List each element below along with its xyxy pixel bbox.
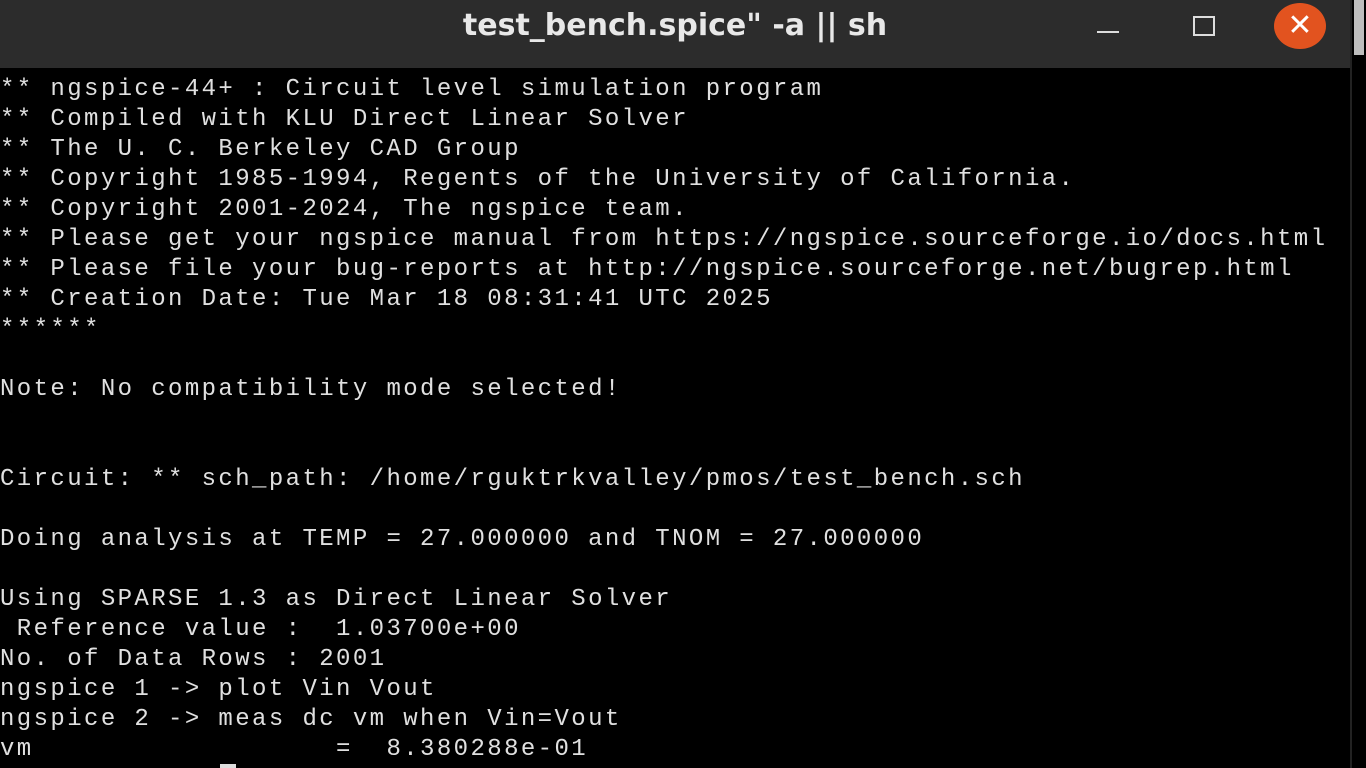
terminal-line: ** The U. C. Berkeley CAD Group [0, 136, 521, 163]
background-scrollbar [1354, 0, 1364, 55]
close-button[interactable]: ✕ [1274, 3, 1326, 49]
terminal-output[interactable]: ** ngspice-44+ : Circuit level simulatio… [0, 76, 1350, 768]
terminal-line: ** ngspice-44+ : Circuit level simulatio… [0, 76, 824, 103]
text-cursor [220, 764, 236, 768]
terminal-line: Note: No compatibility mode selected! [0, 376, 622, 403]
window-title: test_bench.spice" -a || sh [462, 8, 888, 43]
terminal-window: test_bench.spice" -a || sh ✕ ** ngspice-… [0, 0, 1350, 768]
terminal-line: ** Please get your ngspice manual from h… [0, 226, 1328, 253]
terminal-line: Using SPARSE 1.3 as Direct Linear Solver [0, 586, 673, 613]
terminal-line: No. of Data Rows : 2001 [0, 646, 387, 673]
terminal-line: ** Copyright 1985-1994, Regents of the U… [0, 166, 1076, 193]
terminal-line: ** Copyright 2001-2024, The ngspice team… [0, 196, 689, 223]
terminal-line: ** Creation Date: Tue Mar 18 08:31:41 UT… [0, 286, 773, 313]
background-window [1352, 0, 1366, 768]
terminal-line: ngspice 1 -> plot Vin Vout [0, 676, 437, 703]
terminal-line: ngspice 2 -> meas dc vm when Vin=Vout [0, 706, 622, 733]
title-bar[interactable]: test_bench.spice" -a || sh ✕ [0, 0, 1350, 68]
terminal-line: Doing analysis at TEMP = 27.000000 and T… [0, 526, 925, 553]
terminal-line: vm = 8.380288e-01 [0, 736, 589, 763]
minimize-button[interactable] [1083, 8, 1133, 48]
terminal-line: ** Please file your bug-reports at http:… [0, 256, 1294, 283]
maximize-button[interactable] [1180, 8, 1230, 48]
terminal-line: ** Compiled with KLU Direct Linear Solve… [0, 106, 689, 133]
terminal-line: Reference value : 1.03700e+00 [0, 616, 521, 643]
terminal-line: ****** [0, 316, 101, 343]
terminal-line: Circuit: ** sch_path: /home/rguktrkvalle… [0, 466, 1025, 493]
